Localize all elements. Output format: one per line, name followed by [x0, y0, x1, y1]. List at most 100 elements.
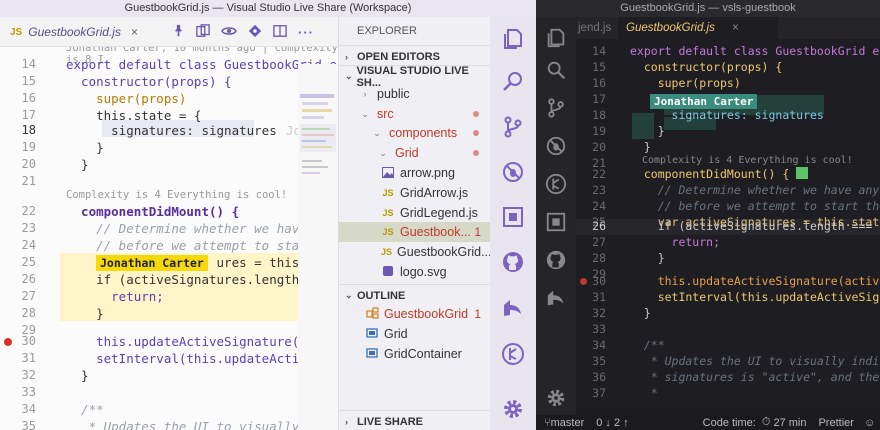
- feedback-icon[interactable]: ☺: [864, 417, 875, 429]
- collaborator-flag: Jonathan Carter: [96, 255, 208, 271]
- code-time-label[interactable]: Code time:: [703, 417, 756, 429]
- git-branch-icon[interactable]: ⑂: [544, 417, 551, 429]
- live-share-icon[interactable]: [545, 287, 567, 309]
- tree-label: GridContainer: [384, 347, 462, 361]
- line-number: 32: [592, 306, 606, 320]
- outline-item-grid[interactable]: Grid: [339, 324, 491, 344]
- code-editor[interactable]: 14 15 16 17 18 19 20 21 Complexity is 4 …: [576, 39, 880, 415]
- sync-status[interactable]: 0 ↓ 2 ↑: [596, 417, 628, 429]
- source-control-icon[interactable]: [501, 115, 525, 139]
- tree-item-arrow-png[interactable]: arrow.png: [339, 163, 491, 183]
- code-line: super(props): [66, 91, 187, 106]
- tree-item-components[interactable]: ⌄ components: [339, 123, 491, 143]
- code-line: return;: [630, 235, 721, 249]
- github-icon[interactable]: [545, 249, 567, 271]
- tree-item-guestbook-selected[interactable]: JS Guestbook... 1: [339, 222, 491, 242]
- compare-icon[interactable]: [196, 23, 210, 41]
- git-branch[interactable]: master: [551, 417, 585, 429]
- line-number: 34: [21, 402, 36, 416]
- live-share-section[interactable]: › LIVE SHARE: [339, 410, 491, 430]
- prettier-status[interactable]: Prettier: [818, 417, 853, 429]
- line-number: 15: [592, 60, 606, 74]
- outline-section[interactable]: ⌄ OUTLINE: [339, 284, 491, 306]
- tree-label: GuestbookGrid...: [397, 245, 491, 259]
- search-icon[interactable]: [545, 59, 567, 81]
- github-icon[interactable]: [501, 250, 525, 274]
- line-number: 20: [21, 157, 36, 171]
- source-control-icon[interactable]: [545, 97, 567, 119]
- line-number: 31: [592, 290, 606, 304]
- line-number: 14: [592, 44, 606, 58]
- code-line: super(props): [630, 76, 741, 90]
- extensions-icon[interactable]: [545, 211, 567, 233]
- code-line: this.updateActiveSignature(activ: [66, 334, 337, 349]
- explorer-files-icon[interactable]: [545, 27, 567, 49]
- tree-item-gridarrow-js[interactable]: JS GridArrow.js: [339, 183, 491, 203]
- code-line: /**: [630, 338, 665, 352]
- debug-icon[interactable]: [501, 160, 525, 184]
- tree-label: Guestbook...: [400, 225, 471, 239]
- tree-item-public[interactable]: › public: [339, 84, 491, 104]
- code-line: setInterval(this.updateActiveSig: [66, 351, 337, 366]
- code-line: }: [66, 157, 89, 172]
- outline-item-gridcontainer[interactable]: GridContainer: [339, 344, 491, 364]
- section-label: OUTLINE: [357, 289, 406, 302]
- git-commit-icon[interactable]: [248, 24, 262, 41]
- line-number: 14: [21, 57, 36, 71]
- tree-item-gridlegend-js[interactable]: JS GridLegend.js: [339, 203, 491, 223]
- clock-icon: ⏱: [761, 416, 771, 428]
- explorer-files-icon[interactable]: [501, 27, 525, 51]
- tree-item-grid[interactable]: ⌄ Grid: [339, 143, 491, 163]
- line-number: 27: [21, 289, 36, 303]
- tab-guestbookgrid[interactable]: JS GuestbookGrid.js ×: [0, 17, 170, 47]
- live-share-icon[interactable]: [501, 296, 525, 320]
- eye-icon[interactable]: [221, 25, 237, 40]
- settings-gear-icon[interactable]: [501, 397, 525, 421]
- complexity-lens[interactable]: Complexity is 4 Everything is cool!: [642, 155, 853, 166]
- tab-guestbookgrid[interactable]: GuestbookGrid.js ×: [618, 17, 778, 39]
- tab-legend[interactable]: jend.js: [576, 17, 618, 39]
- search-icon[interactable]: [501, 69, 525, 93]
- line-number: 22: [21, 204, 36, 218]
- outline-item-guestbookgrid[interactable]: GuestbookGrid 1: [339, 304, 491, 324]
- code-line: constructor(props) {: [630, 60, 783, 74]
- line-number: 26: [592, 219, 606, 233]
- problem-count-badge: 1: [474, 225, 481, 239]
- close-icon[interactable]: ×: [732, 22, 739, 34]
- line-number: 25: [21, 255, 36, 269]
- extensions-icon[interactable]: [501, 205, 525, 229]
- tree-item-logo-svg[interactable]: logo.svg: [339, 262, 491, 282]
- settings-gear-icon[interactable]: [545, 387, 567, 409]
- code-line: /**: [66, 402, 104, 417]
- code-editor[interactable]: Jonathan Carter, 10 months ago | Complex…: [0, 47, 338, 430]
- complexity-lens[interactable]: Complexity is 4 Everything is cool!: [66, 189, 287, 201]
- chevron-down-icon: ⌄: [345, 71, 353, 81]
- debug-icon[interactable]: [545, 135, 567, 157]
- close-icon[interactable]: ×: [131, 25, 138, 39]
- split-editor-icon[interactable]: [273, 24, 287, 41]
- js-file-icon: JS: [381, 247, 393, 257]
- git-graph-icon[interactable]: [501, 342, 525, 366]
- pin-icon[interactable]: [172, 24, 185, 40]
- code-line: signatures: signatures: [66, 123, 277, 138]
- line-number: 31: [21, 351, 36, 365]
- line-number: 18: [592, 108, 606, 122]
- line-number: 34: [592, 338, 606, 352]
- git-graph-icon[interactable]: [545, 173, 567, 195]
- modified-dot: [473, 111, 479, 117]
- chevron-down-icon: ⌄: [373, 127, 381, 138]
- code-line: }: [630, 306, 651, 320]
- more-icon[interactable]: ···: [298, 25, 314, 40]
- tree-label: GridLegend.js: [400, 206, 478, 220]
- tree-item-src[interactable]: ⌄ src: [339, 104, 491, 124]
- code-time-value[interactable]: 27 min: [773, 417, 806, 429]
- code-line: componentDidMount() {: [66, 204, 240, 219]
- line-number: 23: [21, 221, 36, 235]
- minimap[interactable]: [298, 64, 338, 430]
- modified-dot: [473, 150, 479, 156]
- tree-item-guestbookgrid[interactable]: JS GuestbookGrid...: [339, 242, 491, 262]
- chevron-right-icon: ›: [345, 51, 348, 62]
- editor-tab-bar: jend.js GuestbookGrid.js ×: [576, 17, 880, 39]
- code-line: *: [630, 386, 658, 400]
- code-line: constructor(props) {: [66, 74, 232, 89]
